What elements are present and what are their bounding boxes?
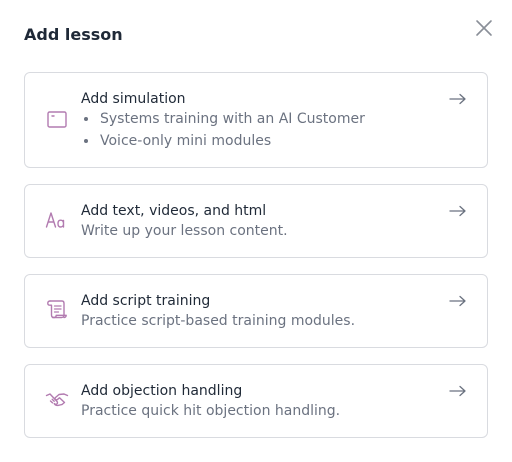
option-title: Add simulation <box>81 91 186 107</box>
option-description: Practice script-based training modules. <box>81 313 356 329</box>
add-simulation-option[interactable]: Add simulation Systems training with an … <box>24 72 488 168</box>
modal-title: Add lesson <box>24 25 123 44</box>
option-bullet: Systems training with an AI Customer <box>81 108 365 130</box>
option-bullet-list: Systems training with an AI Customer Voi… <box>81 108 365 152</box>
option-title: Add script training <box>81 293 211 309</box>
add-text-option[interactable]: Add text, videos, and html Write up your… <box>24 184 488 258</box>
handshake-icon <box>45 393 69 407</box>
option-title: Add objection handling <box>81 383 243 399</box>
close-icon[interactable] <box>474 18 494 38</box>
arrow-right-icon <box>449 93 466 105</box>
add-script-training-option[interactable]: Add script training Practice script-base… <box>24 274 488 348</box>
option-description: Practice quick hit objection handling. <box>81 403 341 419</box>
option-title: Add text, videos, and html <box>81 203 267 219</box>
arrow-right-icon <box>449 385 466 397</box>
script-scroll-icon <box>47 300 67 319</box>
option-bullet: Voice-only mini modules <box>81 130 365 152</box>
arrow-right-icon <box>449 205 466 217</box>
add-objection-handling-option[interactable]: Add objection handling Practice quick hi… <box>24 364 488 438</box>
arrow-right-icon <box>449 295 466 307</box>
option-description: Write up your lesson content. <box>81 223 288 239</box>
add-lesson-modal: Add lesson Add simulation Systems traini… <box>0 0 512 462</box>
simulation-window-icon <box>47 111 67 128</box>
text-aa-icon <box>45 212 65 228</box>
